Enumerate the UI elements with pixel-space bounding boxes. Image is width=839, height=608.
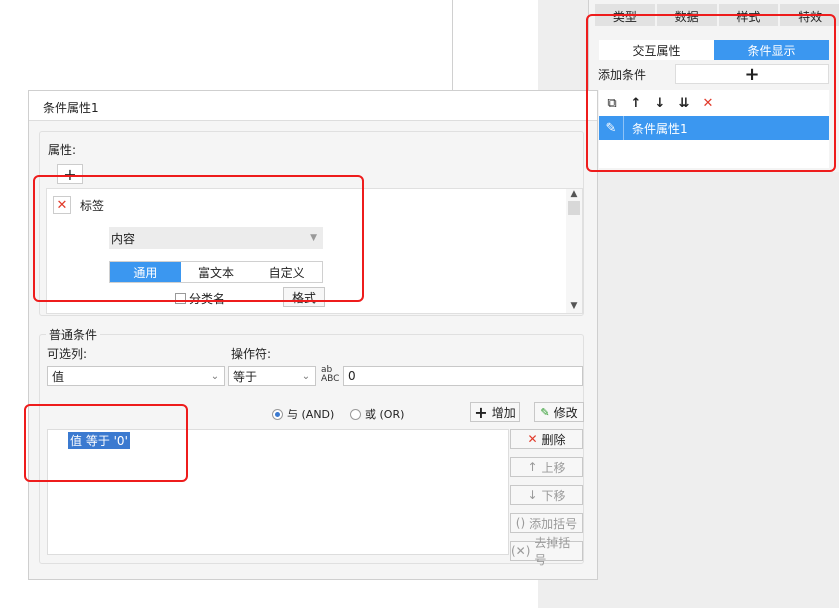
tab-style[interactable]: 样式 [718, 4, 779, 26]
delete-icon[interactable]: ✕ [701, 96, 715, 110]
radio-checked-icon [272, 408, 283, 420]
mode-segment: 通用 富文本 自定义 [109, 261, 323, 283]
condition-list: ✎ 条件属性1 [599, 116, 829, 168]
mode-general[interactable]: 通用 [110, 262, 181, 282]
value-type-icon[interactable]: ab ABC [321, 366, 339, 384]
arrow-up-icon: ↑ [527, 460, 538, 474]
tab-data[interactable]: 数据 [656, 4, 717, 26]
format-button[interactable]: 格式 [283, 287, 325, 307]
arrow-up-icon[interactable]: ↑ [629, 96, 643, 110]
add-bracket-button[interactable]: () 添加括号 [510, 513, 583, 533]
condition-dialog: 条件属性1 属性: + ✕ 标签 内容 ▼ 通用 富文本 自定义 分类名 格式 ▲ [28, 90, 598, 580]
operator-select[interactable]: 等于 ⌄ [228, 366, 316, 386]
tag-label: 标签 [80, 199, 105, 213]
tab-effects[interactable]: 特效 [780, 4, 839, 26]
remove-tag-icon[interactable]: ✕ [53, 196, 71, 214]
add-button[interactable]: + 增加 [470, 402, 520, 422]
copy-icon[interactable]: ⧉ [605, 96, 619, 110]
add-condition-label: 添加条件 [598, 68, 647, 82]
remove-bracket-button[interactable]: (✕) 去掉括号 [510, 536, 583, 567]
attribute-label: 属性: [48, 143, 77, 157]
general-condition-group: 普通条件 可选列: 操作符: 值 ⌄ 等于 ⌄ ab ABC 0 与 (AND) 或 … [39, 326, 584, 567]
arrow-down-icon: ↓ [527, 488, 538, 502]
condition-value-input[interactable]: 0 [343, 366, 583, 386]
condition-toolbar: ⧉ ↑ ↓ ⇊ ✕ [599, 90, 829, 116]
chevron-down-icon: ▼ [310, 233, 317, 243]
category-checkbox[interactable]: 分类名 [175, 290, 225, 307]
plus-icon: + [474, 402, 488, 422]
panel-tabs: 类型 数据 样式 特效 [595, 4, 839, 26]
list-item-label: 条件属性1 [632, 121, 688, 136]
checkbox-icon [175, 293, 186, 304]
and-radio[interactable]: 与 (AND) [272, 406, 334, 422]
delete-icon: ✕ [527, 432, 538, 446]
dialog-title: 条件属性1 [29, 91, 597, 121]
arrow-down-icon[interactable]: ↓ [653, 96, 667, 110]
attribute-group: 属性: + ✕ 标签 内容 ▼ 通用 富文本 自定义 分类名 格式 ▲ ▼ [39, 131, 584, 316]
tab-type[interactable]: 类型 [595, 4, 655, 26]
chevron-down-icon: ⌄ [210, 370, 220, 382]
add-attribute-button[interactable]: + [57, 164, 83, 184]
radio-icon [350, 408, 361, 420]
column-select[interactable]: 值 ⌄ [47, 366, 225, 386]
tab-conditional-display[interactable]: 条件显示 [714, 40, 829, 60]
move-down-button[interactable]: ↓ 下移 [510, 485, 583, 505]
delete-button[interactable]: ✕ 删除 [510, 429, 583, 449]
scrollbar[interactable]: ▲ ▼ [566, 189, 582, 313]
list-item[interactable]: ✎ 条件属性1 [599, 116, 829, 140]
general-condition-legend: 普通条件 [46, 326, 101, 343]
mode-custom[interactable]: 自定义 [251, 262, 322, 282]
optional-column-label: 可选列: [47, 347, 88, 361]
edit-icon: ✎ [540, 405, 550, 419]
or-radio[interactable]: 或 (OR) [350, 406, 404, 422]
mode-rich-text[interactable]: 富文本 [181, 262, 252, 282]
add-condition-button[interactable]: + [675, 64, 829, 85]
property-panel: 类型 数据 样式 特效 交互属性 条件显示 添加条件 + ⧉ ↑ ↓ ⇊ ✕ ✎… [588, 0, 839, 172]
chevron-down-icon: ⌄ [301, 370, 311, 382]
condition-item[interactable]: 值 等于 '0' [68, 432, 130, 449]
attribute-list: ✕ 标签 内容 ▼ 通用 富文本 自定义 分类名 格式 ▲ ▼ [46, 188, 583, 314]
bracket-icon: () [515, 516, 526, 530]
move-up-button[interactable]: ↑ 上移 [510, 457, 583, 477]
tab-interaction-props[interactable]: 交互属性 [599, 40, 714, 60]
modify-button[interactable]: ✎ 修改 [534, 402, 584, 422]
condition-list-box: 值 等于 '0' [47, 429, 509, 555]
sub-tabs: 交互属性 条件显示 [599, 40, 829, 60]
remove-bracket-icon: (✕) [511, 544, 531, 558]
move-bottom-icon[interactable]: ⇊ [677, 96, 691, 110]
pencil-icon: ✎ [605, 120, 617, 136]
operator-label: 操作符: [231, 347, 272, 361]
left-pane-divider [452, 0, 453, 90]
content-select[interactable]: 内容 ▼ [109, 227, 323, 249]
